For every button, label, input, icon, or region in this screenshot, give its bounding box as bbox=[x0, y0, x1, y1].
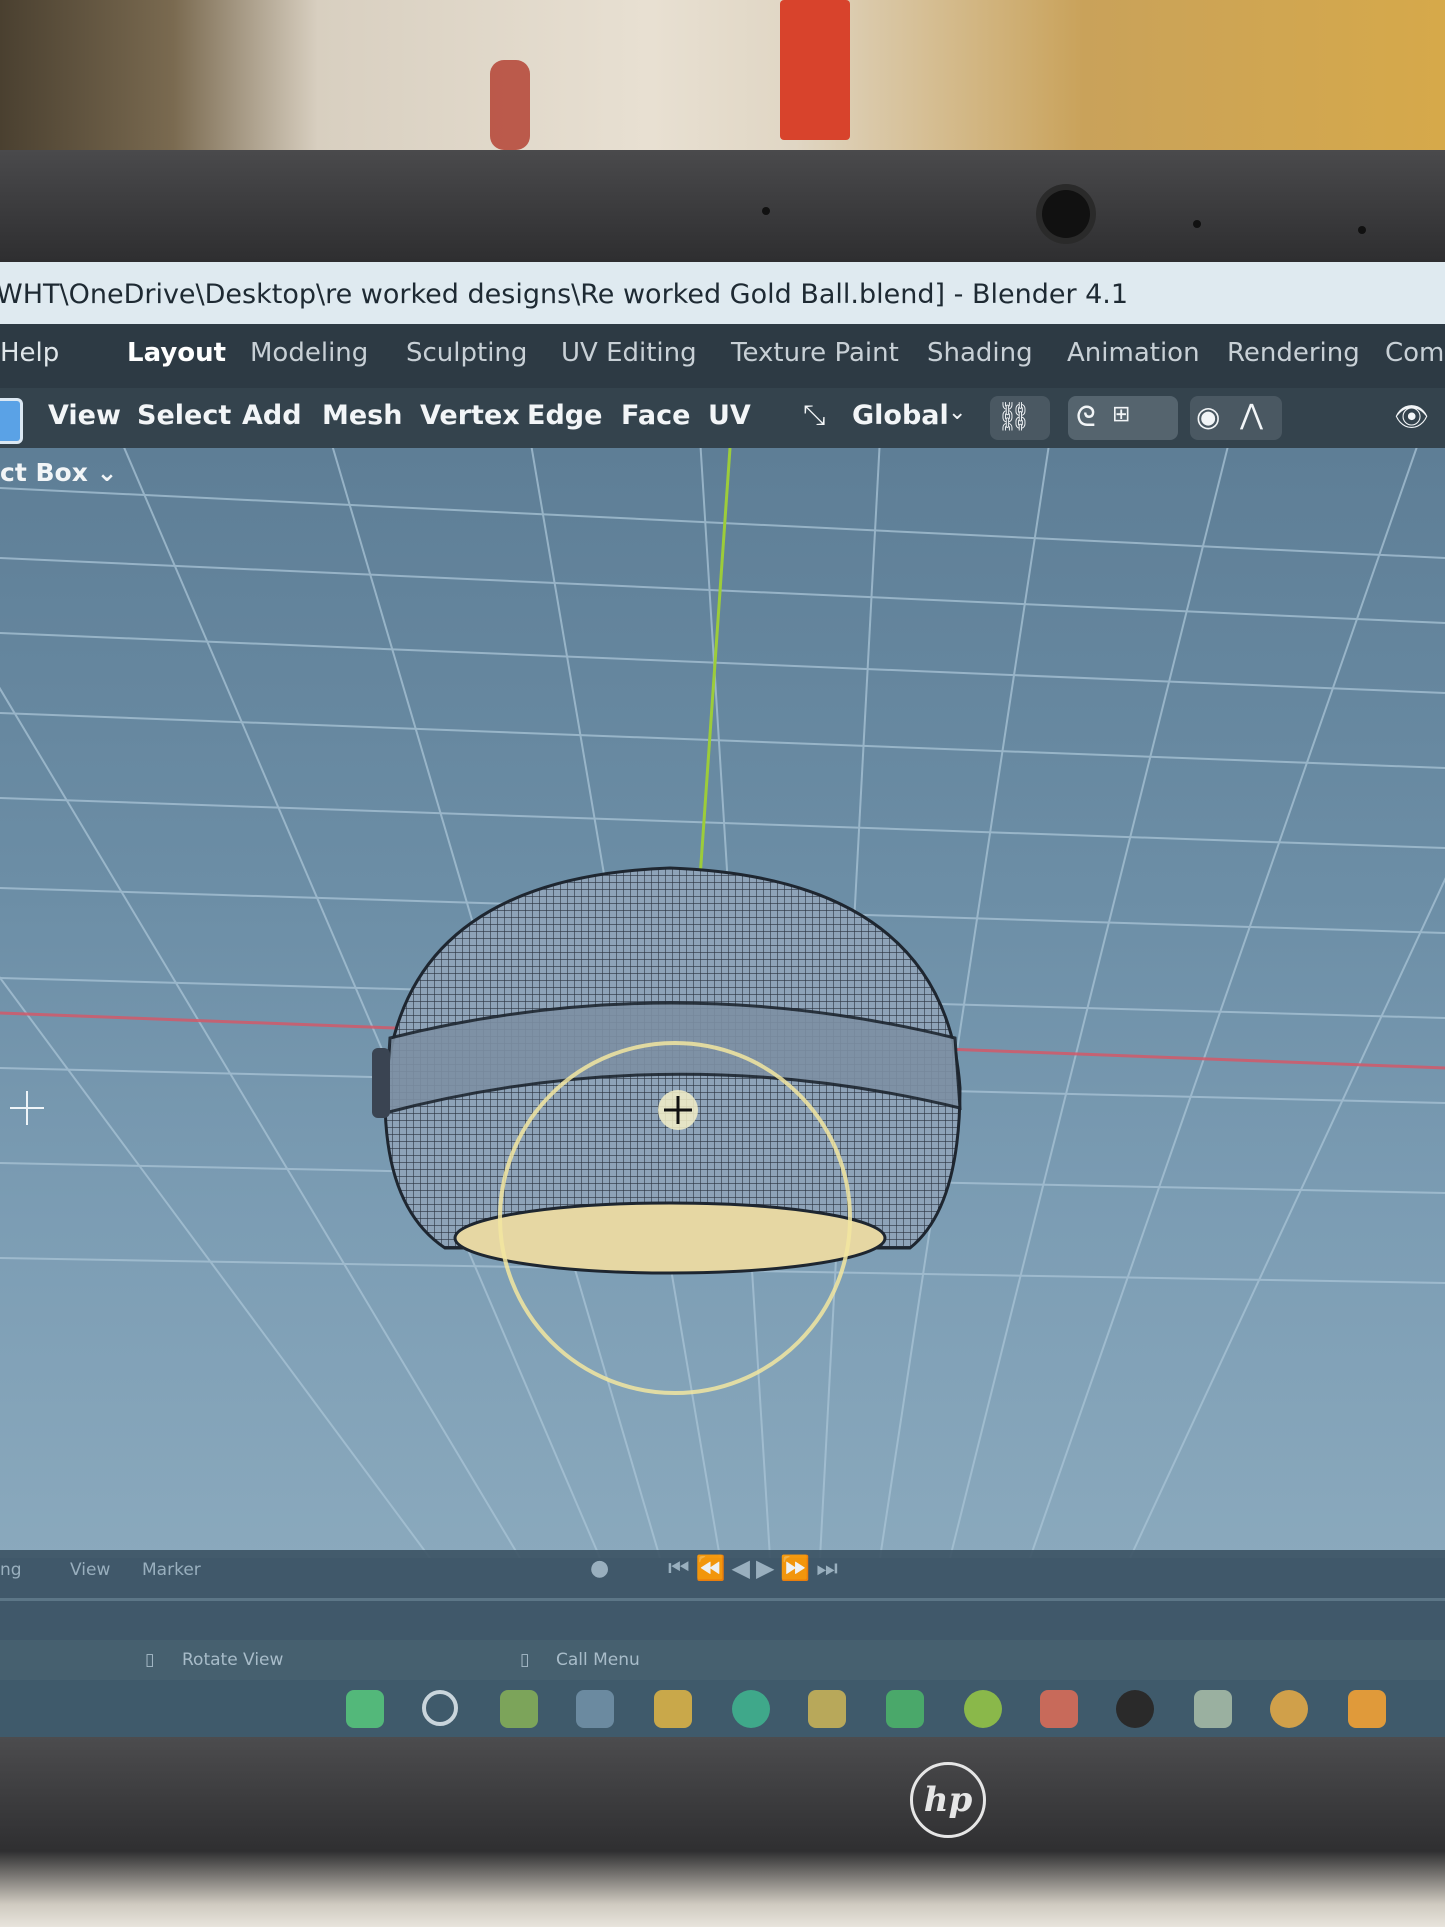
app-icon[interactable] bbox=[1040, 1690, 1078, 1728]
falloff-curve-icon: ⋀ bbox=[1240, 398, 1263, 431]
tab-modeling[interactable]: Modeling bbox=[250, 338, 368, 368]
menu-select[interactable]: Select bbox=[137, 400, 231, 431]
menu-edge[interactable]: Edge bbox=[527, 400, 602, 431]
edge-browser-icon[interactable] bbox=[732, 1690, 770, 1728]
chevron-down-icon: ⌄ bbox=[948, 400, 967, 425]
status-bar: ▯ Rotate View ▯ Call Menu bbox=[0, 1640, 1445, 1680]
menu-uv[interactable]: UV bbox=[708, 400, 751, 431]
tab-rendering[interactable]: Rendering bbox=[1227, 338, 1360, 368]
transform-orientation-dropdown[interactable]: Global bbox=[852, 400, 949, 431]
menu-mesh[interactable]: Mesh bbox=[322, 400, 402, 431]
hp-logo-icon: hp bbox=[910, 1762, 986, 1838]
start-menu-icon[interactable] bbox=[346, 1690, 384, 1728]
3d-viewport[interactable] bbox=[0, 448, 1445, 1558]
chrome-icon[interactable] bbox=[964, 1690, 1002, 1728]
tab-uv-editing[interactable]: UV Editing bbox=[561, 338, 697, 368]
sensor-dot bbox=[762, 207, 770, 215]
file-explorer-icon[interactable] bbox=[654, 1690, 692, 1728]
timeline-ruler bbox=[0, 1598, 1445, 1601]
tab-sculpting[interactable]: Sculpting bbox=[406, 338, 527, 368]
tab-compositing[interactable]: Comp bbox=[1385, 338, 1445, 368]
mouse-icon: ▯ bbox=[145, 1650, 155, 1670]
app-icon[interactable] bbox=[886, 1690, 924, 1728]
settings-icon[interactable] bbox=[576, 1690, 614, 1728]
tab-layout[interactable]: Layout bbox=[127, 338, 226, 368]
orientation-icon: ⤡ bbox=[803, 398, 826, 431]
playback-controls-icon[interactable]: ⏮⏪◀▶⏩⏭ bbox=[668, 1554, 844, 1582]
mouse-icon: ▯ bbox=[520, 1650, 530, 1670]
laptop-bezel-top bbox=[0, 150, 1445, 270]
pivot-link-icon: ⛓ bbox=[996, 400, 1032, 433]
record-icon[interactable]: ● bbox=[590, 1556, 609, 1581]
snap-magnet-icon: ᘓ bbox=[1076, 400, 1096, 433]
timeline-mode-dropdown[interactable]: ng bbox=[0, 1560, 22, 1580]
menu-view[interactable]: View bbox=[48, 400, 121, 431]
background-object bbox=[490, 60, 530, 150]
menu-vertex[interactable]: Vertex bbox=[420, 400, 520, 431]
laptop-screen: WHT\OneDrive\Desktop\re worked designs\R… bbox=[0, 262, 1445, 1737]
blender-icon[interactable] bbox=[1348, 1690, 1386, 1728]
menu-face[interactable]: Face bbox=[621, 400, 690, 431]
taskview-icon[interactable] bbox=[500, 1690, 538, 1728]
timeline-marker-menu[interactable]: Marker bbox=[142, 1560, 201, 1580]
tab-texture-paint[interactable]: Texture Paint bbox=[731, 338, 899, 368]
timeline-view-menu[interactable]: View bbox=[70, 1560, 110, 1580]
3d-cursor-icon[interactable] bbox=[658, 1090, 698, 1130]
select-box-label: ct Box bbox=[0, 458, 88, 487]
window-title: WHT\OneDrive\Desktop\re worked designs\R… bbox=[0, 279, 1129, 310]
sensor-dot bbox=[1358, 226, 1366, 234]
select-box-dropdown[interactable]: ct Box ⌄ bbox=[0, 458, 118, 487]
menu-add[interactable]: Add bbox=[242, 400, 302, 431]
app-icon[interactable] bbox=[1194, 1690, 1232, 1728]
sensor-dot bbox=[1193, 220, 1201, 228]
app-icon[interactable] bbox=[1270, 1690, 1308, 1728]
webcam-icon bbox=[1042, 190, 1090, 238]
tiktok-icon[interactable] bbox=[1116, 1690, 1154, 1728]
proportional-edit-button[interactable]: ◉ ⋀ bbox=[1190, 396, 1282, 440]
menu-help[interactable]: Help bbox=[0, 338, 59, 368]
window-titlebar: WHT\OneDrive\Desktop\re worked designs\R… bbox=[0, 262, 1445, 324]
crosshair-cursor-icon bbox=[10, 1091, 44, 1125]
viewport-canvas[interactable] bbox=[0, 448, 1445, 1558]
os-taskbar bbox=[0, 1680, 1445, 1737]
viewport-header: View Select Add Mesh Vertex Edge Face UV… bbox=[0, 388, 1445, 448]
gold-ball-mesh[interactable] bbox=[372, 866, 962, 1275]
timeline-panel: ng View Marker ● ⏮⏪◀▶⏩⏭ bbox=[0, 1550, 1445, 1640]
editor-type-icon[interactable] bbox=[0, 398, 23, 444]
laptop-chin bbox=[0, 1737, 1445, 1927]
search-icon[interactable] bbox=[422, 1690, 458, 1726]
mesh-hinge bbox=[372, 1048, 390, 1118]
snap-increment-icon: ⊞ bbox=[1112, 402, 1131, 427]
proportional-edit-icon: ◉ bbox=[1196, 400, 1221, 433]
tab-shading[interactable]: Shading bbox=[927, 338, 1033, 368]
visibility-eye-icon[interactable]: 👁 bbox=[1394, 400, 1430, 433]
tool-options-row: ct Box ⌄ bbox=[0, 448, 1445, 498]
status-call-menu: Call Menu bbox=[556, 1650, 640, 1670]
background-object bbox=[780, 0, 850, 140]
pivot-point-button[interactable]: ⛓ bbox=[990, 396, 1050, 440]
tab-animation[interactable]: Animation bbox=[1067, 338, 1200, 368]
store-icon[interactable] bbox=[808, 1690, 846, 1728]
status-rotate-view: Rotate View bbox=[182, 1650, 284, 1670]
top-menubar: Help Layout Modeling Sculpting UV Editin… bbox=[0, 324, 1445, 388]
snap-toggle-button[interactable]: ᘓ ⊞ bbox=[1068, 396, 1178, 440]
